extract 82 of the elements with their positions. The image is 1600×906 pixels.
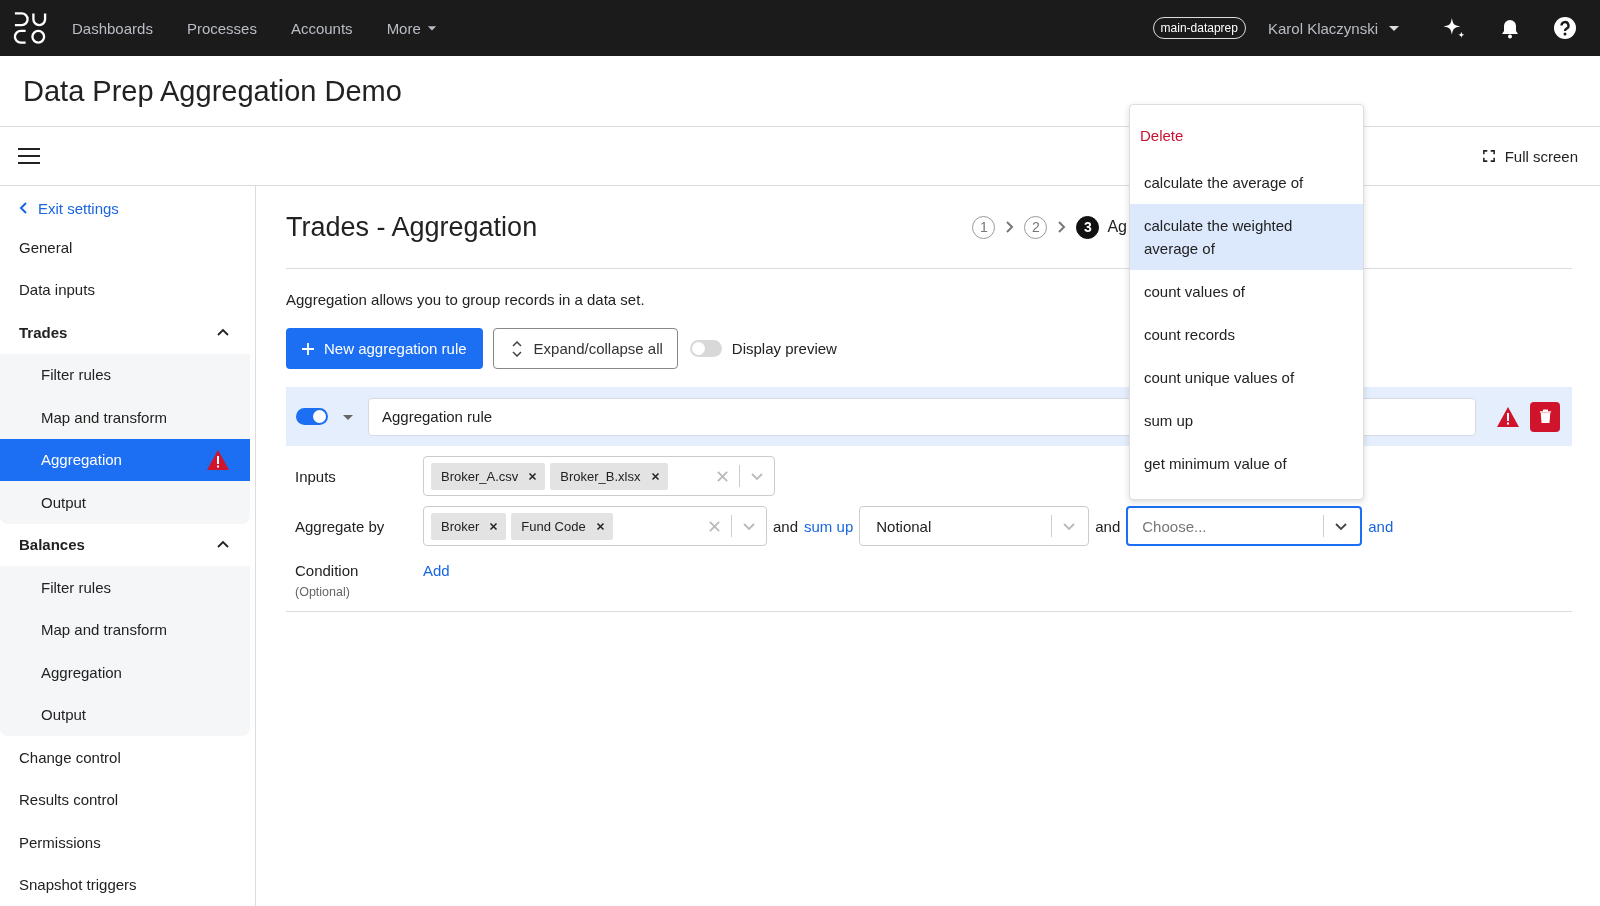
- tag-label: Broker_B.xlsx: [560, 468, 641, 484]
- sidebar-group[interactable]: Trades: [0, 311, 255, 354]
- caret-icon[interactable]: [342, 412, 354, 421]
- sidebar-item[interactable]: Results control: [0, 778, 255, 821]
- menu-item[interactable]: calculate the average of: [1130, 161, 1363, 204]
- plus-icon: [302, 342, 314, 355]
- multi-select-field[interactable]: Broker Fund Code: [423, 506, 767, 546]
- sidebar-item[interactable]: General: [0, 226, 255, 269]
- sidebar-group[interactable]: Balances: [0, 523, 255, 566]
- select-input[interactable]: Choose...: [1140, 516, 1324, 536]
- sidebar-item[interactable]: Permissions: [0, 821, 255, 864]
- bell-icon[interactable]: [1500, 17, 1520, 39]
- remove-icon[interactable]: [650, 471, 660, 481]
- chevron-down-icon: [1062, 520, 1077, 532]
- chevron-up-icon: [217, 327, 229, 337]
- and-link[interactable]: and: [1368, 517, 1394, 535]
- remove-icon[interactable]: [595, 521, 605, 531]
- joiner-text: and: [1095, 517, 1121, 535]
- sidebar-item[interactable]: Filter rules: [0, 566, 250, 609]
- chevron-up-icon: [217, 540, 229, 550]
- sidebar-item[interactable]: Change control: [0, 736, 255, 779]
- page-title: Data Prep Aggregation Demo: [23, 74, 402, 108]
- nav-link[interactable]: Accounts: [290, 19, 353, 37]
- joiner-text: and: [773, 517, 799, 535]
- expand-collapse-button[interactable]: Expand/collapse all: [492, 328, 678, 369]
- select-field[interactable]: Choose...: [1126, 506, 1363, 546]
- caret-icon: [426, 24, 437, 32]
- delete-button[interactable]: [1530, 401, 1560, 432]
- exit-settings-link[interactable]: Exit settings: [0, 190, 255, 226]
- tag-label: Broker: [441, 518, 480, 534]
- menu-item[interactable]: count values of: [1130, 270, 1363, 313]
- description-text: Aggregation allows you to group records in a data set.: [286, 291, 645, 308]
- sidebar-item[interactable]: Output: [0, 693, 250, 736]
- add-condition-link[interactable]: Add: [423, 562, 450, 579]
- nav-menu[interactable]: More: [386, 19, 437, 37]
- help-icon[interactable]: [1554, 17, 1576, 39]
- remove-icon[interactable]: [489, 521, 499, 531]
- caret-icon: [1388, 24, 1400, 32]
- expand-icon: [1482, 150, 1495, 162]
- menu-item[interactable]: calculate the weighted average of: [1130, 204, 1363, 270]
- step-number[interactable]: 3: [1076, 215, 1100, 239]
- chevron-left-icon: [19, 202, 28, 214]
- field-label: Aggregate by: [294, 517, 386, 535]
- chevron-right-icon: [1005, 221, 1015, 233]
- nav-link[interactable]: Dashboards: [72, 19, 153, 37]
- tag-label: Broker_A.csv: [441, 468, 519, 484]
- nav-link[interactable]: Processes: [186, 19, 257, 37]
- menu-item[interactable]: Delete: [1130, 114, 1363, 157]
- trash-icon: [1538, 409, 1552, 424]
- menu-item[interactable]: count unique values of: [1130, 356, 1363, 399]
- sidebar-item[interactable]: Filter rules: [0, 353, 250, 396]
- remove-icon[interactable]: [528, 471, 538, 481]
- menu-icon[interactable]: [18, 148, 40, 164]
- field-label: Condition: [295, 562, 360, 579]
- user-menu[interactable]: Karol Klaczynski: [1267, 19, 1400, 37]
- function-link[interactable]: sum up: [804, 517, 854, 535]
- toggle-switch[interactable]: [689, 340, 722, 357]
- sidebar-item[interactable]: Map and transform: [0, 608, 250, 651]
- menu-item[interactable]: count records: [1130, 313, 1363, 356]
- menu-item[interactable]: get minimum value of: [1130, 442, 1363, 485]
- toggle-switch[interactable]: [296, 408, 328, 425]
- chevron-right-icon: [1057, 221, 1067, 233]
- field-label: Inputs: [294, 467, 337, 485]
- chevron-down-icon: [1334, 520, 1349, 532]
- toggle-label: Display preview: [731, 340, 837, 357]
- tag-label: Fund Code: [521, 518, 586, 534]
- sidebar-item[interactable]: Aggregation: [0, 651, 250, 694]
- section-title: Trades - Aggregation: [286, 211, 538, 243]
- sidebar-item[interactable]: Data inputs: [0, 268, 255, 311]
- sidebar-item[interactable]: Snapshot triggers: [0, 863, 255, 906]
- new-rule-button[interactable]: New aggregation rule: [286, 328, 483, 369]
- multi-select-field[interactable]: Broker_A.csv Broker_B.xlsx: [423, 456, 775, 496]
- logo-icon: [12, 10, 48, 46]
- sidebar-item[interactable]: Output: [0, 481, 250, 524]
- step-label: Ag: [1107, 218, 1127, 236]
- select-field[interactable]: Notional: [859, 506, 1090, 546]
- sparkle-icon[interactable]: [1442, 17, 1466, 39]
- optional-hint: (Optional): [295, 585, 351, 599]
- full-screen-link[interactable]: Full screen: [1482, 147, 1578, 165]
- sidebar-item[interactable]: Map and transform: [0, 396, 250, 439]
- up-down-chevron-icon: [511, 340, 522, 357]
- sidebar-item[interactable]: Aggregation: [0, 438, 250, 481]
